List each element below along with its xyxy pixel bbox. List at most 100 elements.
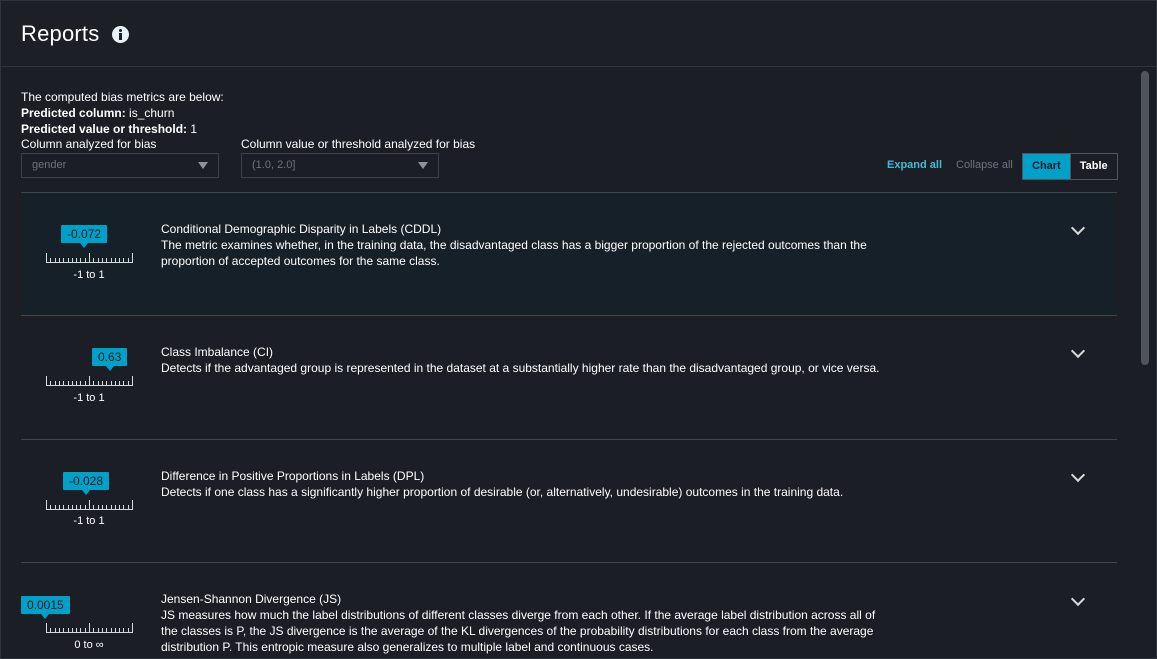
scale-tick [89,376,90,385]
scale-tick [110,628,112,632]
scale-tick [110,258,112,262]
metric-value-badge: 0.0015 [21,596,70,619]
scale-tick [123,628,125,632]
chart-view-button[interactable]: Chart [1023,154,1071,179]
scale-tick [101,381,103,385]
metric-scale [46,500,133,510]
scale-tick [71,505,73,509]
scale-tick [89,500,90,509]
scale-tick [114,505,116,509]
metric-description: JS measures how much the label distribut… [161,608,876,654]
scale-tick [63,628,65,632]
metric-card-dpl[interactable]: -0.028 -1 to 1 Difference in Positive Pr… [21,440,1117,563]
metric-scale [46,623,133,633]
scale-tick [97,258,99,262]
scale-tick [132,376,133,385]
scale-tick [93,258,95,262]
scale-tick [93,381,95,385]
predicted-value-value: 1 [190,122,198,136]
scale-tick [123,381,125,385]
scale-tick [114,381,116,385]
scale-tick [46,253,47,262]
scale-tick [97,505,99,509]
scale-tick [54,628,56,632]
metric-description: Detects if one class has a significantly… [161,485,844,499]
scale-tick [54,381,56,385]
chevron-down-icon[interactable] [1070,467,1086,483]
scale-tick [84,258,86,262]
column-select-value: gender [32,159,67,171]
metric-value-badge: -0.028 [63,472,110,495]
scale-tick [50,505,52,509]
scale-tick [89,253,90,262]
metric-value-badge: -0.072 [61,225,108,248]
metric-scale [46,376,133,386]
scale-tick [114,628,116,632]
metric-range: 0 to ∞ [74,639,104,651]
chevron-down-icon[interactable] [1070,220,1086,236]
scale-tick [123,258,125,262]
page-title: Reports [21,21,100,46]
scrollbar-thumb[interactable] [1141,71,1149,365]
scale-tick [67,628,69,632]
scale-tick [106,258,108,262]
scale-tick [84,628,86,632]
threshold-select[interactable]: (1.0, 2.0] [241,153,439,178]
scale-tick [97,381,99,385]
scale-tick [76,258,78,262]
scale-tick [106,628,108,632]
metric-scale [46,253,133,263]
threshold-select-label: Column value or threshold analyzed for b… [241,137,476,151]
predicted-value-row: Predicted value or threshold: 1 [21,121,224,137]
chevron-down-icon[interactable] [1070,343,1086,359]
scale-tick [119,505,121,509]
collapse-all-button[interactable]: Collapse all [956,159,1013,171]
scale-tick [110,505,112,509]
scale-tick [58,258,60,262]
scale-tick [119,258,121,262]
scale-tick [67,258,69,262]
scale-tick [71,628,73,632]
scale-tick [132,253,133,262]
scale-tick [50,258,52,262]
expand-all-button[interactable]: Expand all [887,159,942,171]
metric-card-ci[interactable]: 0.63 -1 to 1 Class Imbalance (CI) Detect… [21,316,1117,439]
scale-tick [93,628,95,632]
chevron-down-icon[interactable] [1070,591,1086,607]
table-view-button[interactable]: Table [1070,154,1117,179]
scale-tick [58,628,60,632]
scale-tick [80,381,82,385]
scale-tick [97,628,99,632]
column-select[interactable]: gender [21,153,219,178]
scale-tick [110,381,112,385]
metric-value-badge: 0.63 [92,348,128,371]
info-icon[interactable] [112,26,129,43]
metric-card-cddl[interactable]: -0.072 -1 to 1 Conditional Demographic D… [21,193,1117,315]
scale-tick [54,505,56,509]
scale-tick [50,381,52,385]
scale-tick [106,505,108,509]
scale-tick [84,505,86,509]
metric-title: Class Imbalance (CI) [161,345,274,359]
metric-title: Jensen-Shannon Divergence (JS) [161,592,342,606]
scale-tick [50,628,52,632]
reports-window: Reports The computed bias metrics are be… [0,0,1157,659]
metric-range: -1 to 1 [73,515,105,527]
metric-range: -1 to 1 [73,269,105,281]
scale-tick [80,505,82,509]
predicted-column-label: Predicted column: [21,106,126,120]
scale-tick [76,628,78,632]
metric-range: -1 to 1 [73,392,105,404]
scale-tick [132,500,133,509]
threshold-select-value: (1.0, 2.0] [252,159,296,171]
scale-tick [80,258,82,262]
scale-tick [101,505,103,509]
scale-tick [127,381,129,385]
caret-down-icon [198,162,208,169]
scale-tick [63,381,65,385]
metric-card-js[interactable]: 0.0015 0 to ∞ Jensen-Shannon Divergence … [21,563,1117,658]
predicted-column-value: is_churn [129,106,175,120]
scale-tick [67,381,69,385]
scale-tick [119,628,121,632]
scale-tick [46,376,47,385]
